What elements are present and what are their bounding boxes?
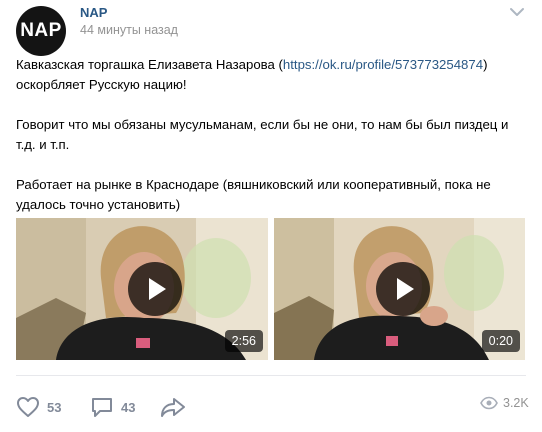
wall-post: NAP NAP 44 минуты назад Кавказская торга… bbox=[0, 0, 542, 432]
share-icon bbox=[161, 398, 185, 417]
post-line: удалось точно установить) bbox=[16, 197, 181, 212]
like-button[interactable]: 53 bbox=[16, 393, 61, 421]
like-count: 53 bbox=[47, 399, 62, 415]
post-text: Кавказская торгашка Елизавета Назарова (… bbox=[16, 55, 531, 215]
play-icon[interactable] bbox=[128, 262, 182, 316]
video-duration: 0:20 bbox=[481, 330, 520, 352]
post-paragraph: Кавказская торгашка Елизавета Назарова (… bbox=[16, 55, 531, 75]
heart-icon bbox=[17, 397, 39, 417]
divider bbox=[16, 375, 526, 376]
author-name[interactable]: NAP bbox=[80, 5, 107, 20]
comment-icon bbox=[92, 398, 112, 417]
avatar-logo-text: NAP bbox=[20, 20, 62, 41]
text-segment: Кавказская торгашка Елизавета Назарова ( bbox=[16, 57, 283, 72]
eye-icon bbox=[480, 396, 498, 410]
text-segment: ) bbox=[483, 57, 488, 72]
video-thumbnail[interactable]: 2:56 bbox=[16, 218, 268, 360]
view-counter: 3.2K bbox=[480, 396, 529, 410]
share-button[interactable] bbox=[160, 393, 186, 421]
avatar[interactable]: NAP bbox=[16, 6, 66, 56]
views-count: 3.2K bbox=[503, 396, 529, 410]
profile-link[interactable]: https://ok.ru/profile/573773254874 bbox=[283, 57, 483, 72]
post-time[interactable]: 44 минуты назад bbox=[80, 23, 178, 37]
comment-button[interactable]: 43 bbox=[90, 393, 135, 421]
post-line: Говорит что мы обязаны мусульманам, если… bbox=[16, 117, 509, 132]
comment-count: 43 bbox=[121, 399, 136, 415]
post-line: оскорбляет Русскую нацию! bbox=[16, 77, 187, 92]
post-line: Работает на рынке в Краснодаре (вяшников… bbox=[16, 177, 491, 192]
video-duration: 2:56 bbox=[224, 330, 263, 352]
video-thumbnail[interactable]: 0:20 bbox=[274, 218, 525, 360]
chevron-down-icon[interactable] bbox=[507, 4, 527, 20]
post-line: т.д. и т.п. bbox=[16, 137, 70, 152]
play-icon[interactable] bbox=[376, 262, 430, 316]
